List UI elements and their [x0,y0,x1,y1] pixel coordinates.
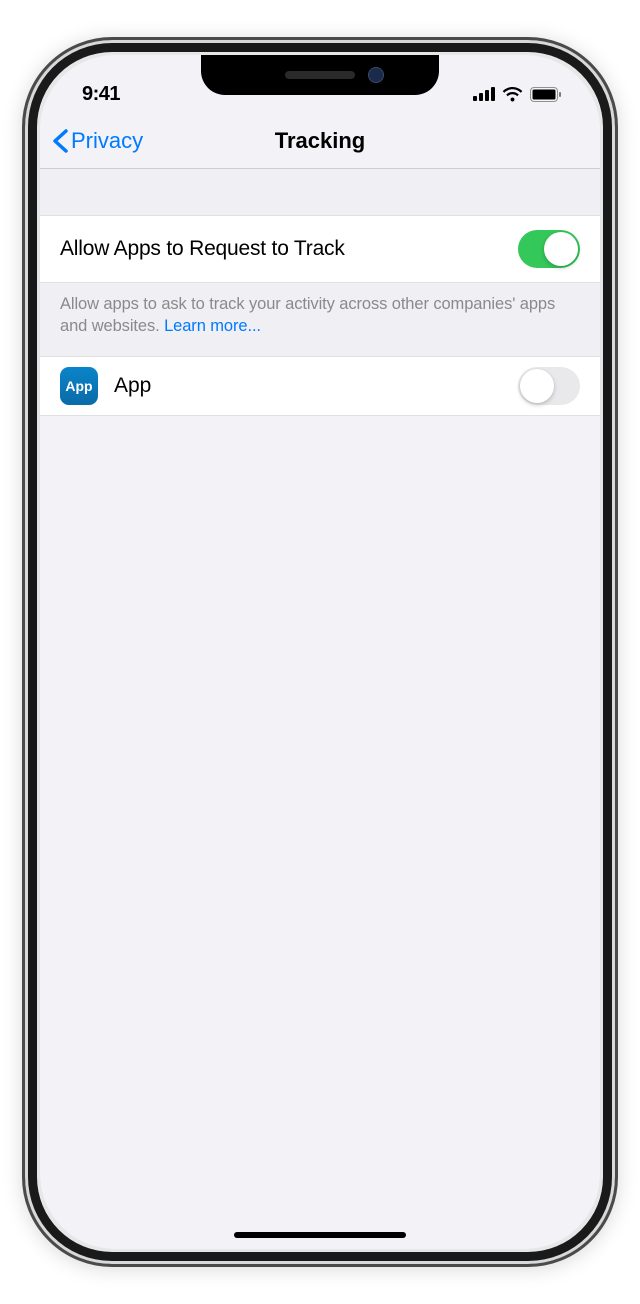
volume-down-button [22,418,25,496]
status-time: 9:41 [82,83,120,106]
side-button [615,340,618,460]
allow-tracking-label: Allow Apps to Request to Track [60,237,345,261]
battery-icon [530,87,562,102]
allow-tracking-cell: Allow Apps to Request to Track [40,215,600,283]
notch [201,55,439,95]
switch-knob [520,369,554,403]
chevron-left-icon [52,129,68,153]
app-icon-text: App [65,378,92,394]
app-icon: App [60,367,98,405]
footer-text: Allow apps to ask to track your activity… [40,283,600,356]
allow-tracking-toggle[interactable] [518,230,580,268]
app-name: App [114,374,518,398]
back-button[interactable]: Privacy [52,128,143,154]
wifi-icon [502,87,523,102]
volume-up-button [22,320,25,398]
front-camera [368,67,384,83]
page-title: Tracking [275,128,365,154]
app-tracking-cell: App App [40,356,600,416]
screen: 9:41 [40,55,600,1249]
group-spacer [40,169,600,215]
speaker [285,71,355,79]
status-icons [473,87,562,102]
switch-knob [544,232,578,266]
app-tracking-toggle[interactable] [518,367,580,405]
footer-description: Allow apps to ask to track your activity… [60,295,555,335]
phone-frame: 9:41 [22,37,618,1267]
home-indicator[interactable] [234,1232,406,1238]
silent-switch [22,240,25,280]
content: Allow Apps to Request to Track Allow app… [40,169,600,416]
cellular-icon [473,87,495,101]
learn-more-link[interactable]: Learn more... [164,317,261,335]
nav-bar: Privacy Tracking [40,113,600,169]
back-label: Privacy [71,128,143,154]
